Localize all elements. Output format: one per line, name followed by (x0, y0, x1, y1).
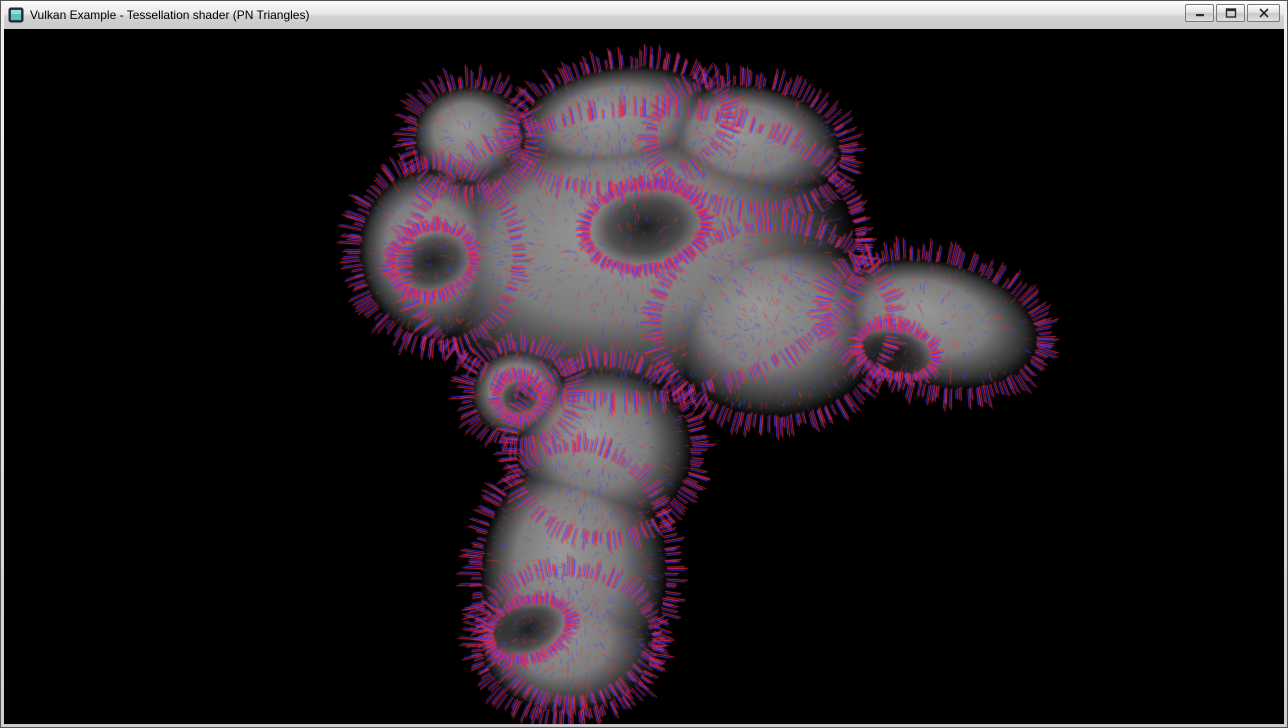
viewport[interactable] (4, 29, 1284, 724)
maximize-button[interactable] (1216, 4, 1245, 22)
app-icon (8, 7, 24, 23)
app-window: Vulkan Example - Tessellation shader (PN… (0, 0, 1288, 728)
render-canvas[interactable] (4, 29, 1284, 724)
close-icon (1258, 6, 1270, 21)
titlebar[interactable]: Vulkan Example - Tessellation shader (PN… (4, 1, 1284, 29)
minimize-icon (1194, 6, 1206, 21)
window-controls (1185, 4, 1280, 22)
window-title: Vulkan Example - Tessellation shader (PN… (30, 8, 1185, 22)
minimize-button[interactable] (1185, 4, 1214, 22)
maximize-icon (1225, 6, 1237, 21)
close-button[interactable] (1247, 4, 1280, 22)
